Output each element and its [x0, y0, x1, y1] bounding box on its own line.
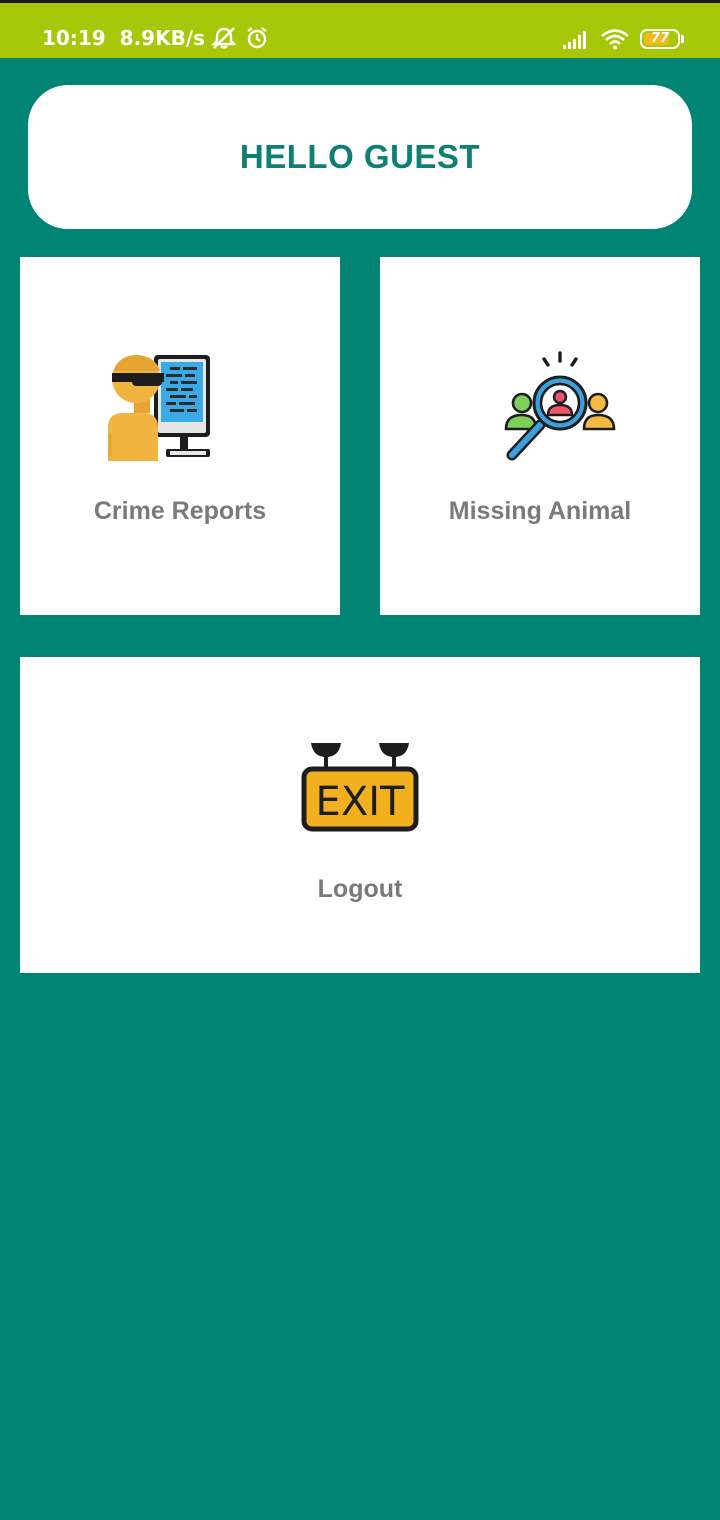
greeting-card: HELLO GUEST [28, 85, 692, 229]
svg-text:EXIT: EXIT [316, 779, 405, 825]
missing-animal-button[interactable]: Missing Animal [380, 257, 700, 615]
exit-sign-icon: EXIT [301, 739, 419, 838]
no-notifications-icon [211, 26, 237, 50]
status-time: 10:19 [42, 26, 106, 50]
alarm-icon [245, 26, 269, 50]
wifi-icon [600, 28, 630, 50]
network-speed: 8.9KB/s [119, 26, 206, 50]
crime-hacker-icon [106, 353, 214, 466]
battery-icon: 77 [640, 29, 684, 49]
status-left: 10:19 8.9KB/s [42, 25, 269, 51]
status-right: 77 [562, 27, 684, 51]
status-bar: 10:19 8.9KB/s 77 [0, 0, 720, 58]
magnifier-search-people-icon [502, 351, 618, 468]
missing-animal-label: Missing Animal [448, 497, 632, 525]
battery-level: 77 [650, 31, 670, 46]
crime-reports-label: Crime Reports [93, 497, 267, 525]
crime-reports-button[interactable]: Crime Reports [20, 257, 340, 615]
logout-label: Logout [317, 875, 403, 903]
signal-icon [562, 29, 590, 49]
logout-button[interactable]: EXIT Logout [20, 657, 700, 973]
greeting-title: HELLO GUEST [239, 138, 481, 175]
